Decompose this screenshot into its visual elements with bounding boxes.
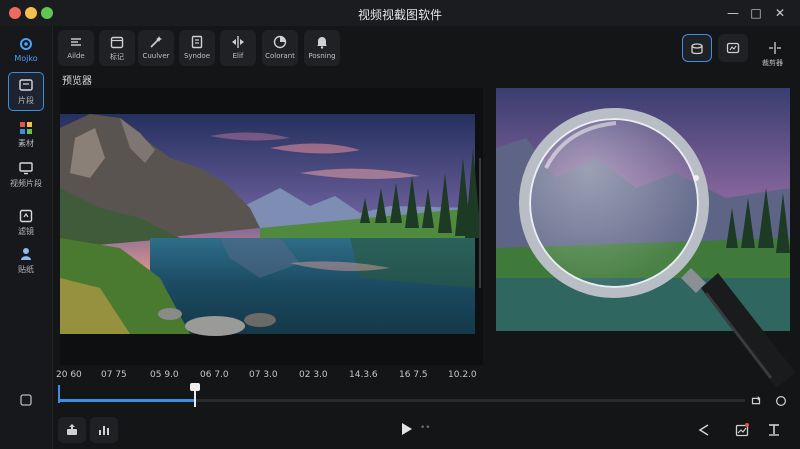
timeline[interactable]: 20 60 07 75 05 9.0 06 7.0 07 3.0 02 3.0 … [52,362,800,414]
tool-ailde[interactable]: Ailde [58,30,94,66]
frame-icon [19,209,33,223]
stack-icon [691,43,703,55]
crop-icon [769,42,781,54]
timeline-tick: 07 75 [101,370,127,380]
share-icon[interactable] [696,422,712,438]
sidebar-item-label: Mojko [14,54,38,63]
tool-mark[interactable]: 标记 [99,30,135,66]
section-label: 预览器 [62,76,92,87]
timeline-progress [60,399,194,402]
playhead[interactable] [189,383,200,407]
calendar-icon [110,36,124,49]
timeline-tick: 20 60 [56,370,82,380]
tool-label: Colorant [265,52,295,60]
maximize-icon[interactable]: □ [746,4,766,22]
users-icon [21,248,31,260]
tool-label: Posning [308,52,336,60]
sidebar-item-label: 片段 [18,96,34,105]
landscape-image [60,114,481,336]
tool-syndoe[interactable]: Syndoe [179,30,215,66]
toolbar: Ailde 标记 Cuulver Syndoe Elif Colorant Po… [52,26,800,70]
align-icon [71,38,81,46]
sidebar-item-mojko[interactable]: Mojko [8,36,44,63]
sidebar-item-stickers[interactable]: 贴纸 [8,246,44,275]
title-bar: 视频视截图软件 — □ ✕ [0,0,800,26]
close-icon[interactable]: ✕ [770,4,790,22]
playhead-knob[interactable] [189,383,200,391]
chart-alert-icon [735,423,749,437]
play-icon[interactable] [398,421,414,437]
tool-cuulver[interactable]: Cuulver [138,30,174,66]
sidebar-item-label: 贴纸 [18,265,34,274]
timeline-tick: 02 3.0 [299,370,328,380]
sidebar-item-filters[interactable]: 滤镜 [8,208,44,237]
bell-icon [317,37,327,49]
analytics-button[interactable] [728,417,756,443]
tool-label: Ailde [67,52,85,60]
tool-colorant[interactable]: Colorant [262,30,298,66]
view-image-button[interactable] [718,34,748,62]
sidebar-item-active-frame: 片段 [8,72,44,111]
tool-label: Syndoe [183,52,211,60]
text-icon [769,424,779,436]
timeline-tick: 10.2.0 [448,370,477,380]
collapse-sidebar-icon[interactable] [18,392,34,408]
tool-elif[interactable]: Elif [220,30,256,66]
timeline-tick: 16 7.5 [399,370,428,380]
sidebar: Mojko 片段 素材 视频片段 滤镜 贴纸 [0,26,53,449]
sidebar-item-video-clips[interactable]: 视频片段 [8,160,44,189]
sidebar-item-label: 视频片段 [10,179,42,188]
view-stack-button[interactable] [682,34,712,62]
tool-label: Cuulver [142,52,170,60]
sidebar-item-clips[interactable]: 片段 [8,72,44,111]
timeline-tick: 07 3.0 [249,370,278,380]
zoom-preview[interactable] [496,88,796,388]
tool-label: 标记 [110,53,124,61]
doc-icon [191,35,203,49]
sidebar-item-assets[interactable]: 素材 [8,120,44,149]
export-button[interactable] [58,417,86,443]
playback-dots: •• [420,423,431,433]
timeline-tick: 06 7.0 [200,370,229,380]
preview-scrollbar[interactable] [479,158,481,288]
bottom-bar: •• [52,414,800,449]
sidebar-item-label: 素材 [18,139,34,148]
clip-icon [19,79,33,91]
color-wheel-icon [273,35,287,49]
monitor-icon [19,162,33,175]
split-icon [232,36,244,48]
export-icon [67,424,77,435]
image-icon [726,42,740,54]
sidebar-item-label: 滤镜 [18,227,34,236]
tool-label: Elif [232,52,244,60]
sync-icon[interactable] [774,394,788,408]
main-preview[interactable] [60,88,483,365]
window-title: 视频视截图软件 [357,8,442,22]
wand-icon [150,36,162,48]
tool-posning[interactable]: Posning [304,30,340,66]
bar-chart-icon [99,426,109,435]
minimize-icon[interactable]: — [723,4,743,22]
crop-tool-label: 裁剪器 [762,59,783,67]
text-tool-button[interactable] [760,417,788,443]
timeline-tick: 14.3.6 [349,370,378,380]
gear-icon [20,38,32,50]
loop-icon[interactable] [749,394,763,408]
grid-icon [20,122,32,134]
audio-levels-button[interactable] [90,417,118,443]
timeline-tick: 05 9.0 [150,370,179,380]
timeline-track[interactable] [60,399,745,402]
